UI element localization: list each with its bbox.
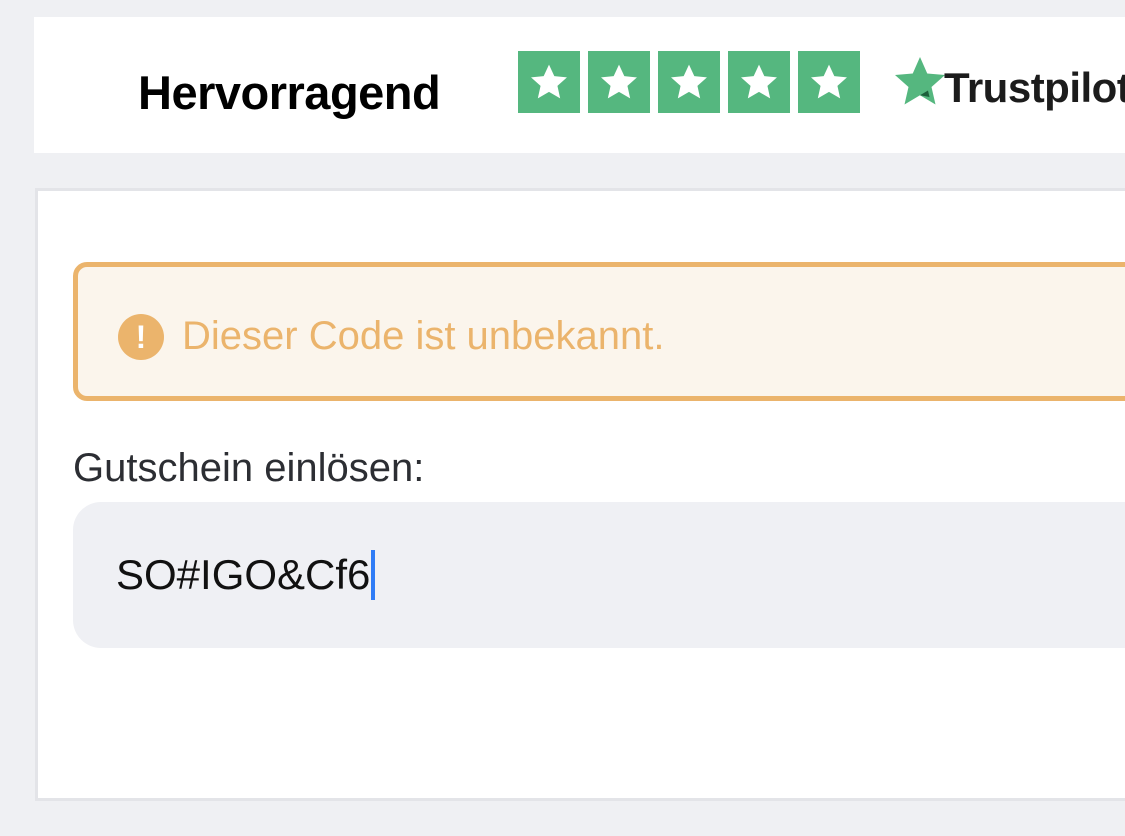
error-message: Dieser Code ist unbekannt. xyxy=(182,314,665,358)
star-icon xyxy=(601,64,637,99)
voucher-label: Gutschein einlösen: xyxy=(73,446,425,490)
trustpilot-star-2 xyxy=(588,51,650,113)
trustpilot-star-1 xyxy=(518,51,580,113)
trustpilot-star-3 xyxy=(658,51,720,113)
error-alert: ! Dieser Code ist unbekannt. xyxy=(73,262,1125,401)
trustpilot-banner: Hervorragend Trustpilot xyxy=(34,17,1125,153)
voucher-input[interactable]: SO#IGO&Cf6 xyxy=(73,502,1125,648)
star-icon xyxy=(811,64,847,99)
trustpilot-star-4 xyxy=(728,51,790,113)
text-caret xyxy=(371,550,376,601)
star-icon xyxy=(671,64,707,99)
trustpilot-stars xyxy=(518,51,860,113)
voucher-input-value[interactable]: SO#IGO&Cf6 xyxy=(116,550,370,600)
trustpilot-logo[interactable]: Trustpilot xyxy=(890,51,1125,113)
voucher-input-value-wrap[interactable]: SO#IGO&Cf6 xyxy=(116,550,376,601)
trustpilot-brand-name: Trustpilot xyxy=(944,64,1125,111)
star-icon xyxy=(741,64,777,99)
trustpilot-star-icon xyxy=(890,52,950,112)
star-icon xyxy=(531,64,567,99)
trustpilot-rating-label: Hervorragend xyxy=(138,66,441,119)
exclamation-circle-icon: ! xyxy=(118,314,164,360)
voucher-card: ! Dieser Code ist unbekannt. Gutschein e… xyxy=(35,188,1125,801)
trustpilot-star-5 xyxy=(798,51,860,113)
